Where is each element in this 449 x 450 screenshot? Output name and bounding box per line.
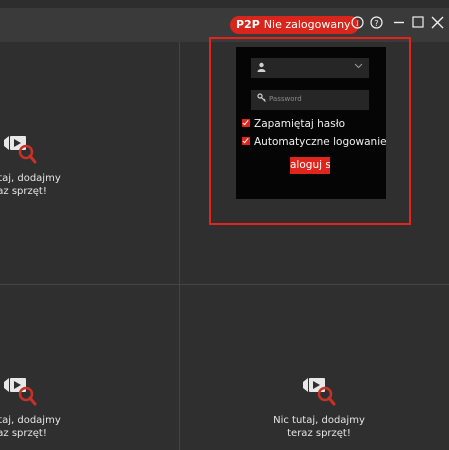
svg-text:?: ? [374,19,378,28]
p2p-label: P2P [236,18,260,31]
login-status-text: Nie zalogowany [263,18,351,31]
grid-divider-vertical [179,42,180,450]
maximize-icon[interactable] [411,16,425,34]
empty-pane-text-line2: teraz sprzęt! [287,428,351,439]
empty-pane-text-line2: raz sprzęt! [0,428,47,439]
empty-pane-text-line1: Nic tutaj, dodajmy [273,415,365,426]
empty-pane-bottom-left: c tutaj, dodajmy raz sprzęt! [0,374,100,440]
empty-pane-text-line1: c tutaj, dodajmy [0,415,61,426]
highlight-frame [209,37,411,225]
close-icon[interactable] [430,16,444,35]
minimize-icon[interactable] [392,16,406,34]
svg-text:i: i [356,19,359,28]
camera-search-icon [4,136,37,164]
grid-divider-horizontal [0,284,449,285]
empty-pane-top-left: c tutaj, dodajmy raz sprzęt! [0,132,100,198]
camera-search-icon [303,378,336,406]
empty-pane-bottom-right: Nic tutaj, dodajmy teraz sprzęt! [239,374,399,440]
help-icon[interactable]: ? [368,16,384,35]
info-icon[interactable]: i [349,16,365,35]
empty-pane-text-line1: c tutaj, dodajmy [0,173,61,184]
empty-pane-text-line2: raz sprzęt! [0,186,47,197]
camera-search-icon [4,378,37,406]
p2p-status-badge[interactable]: P2P Nie zalogowany [230,16,359,34]
